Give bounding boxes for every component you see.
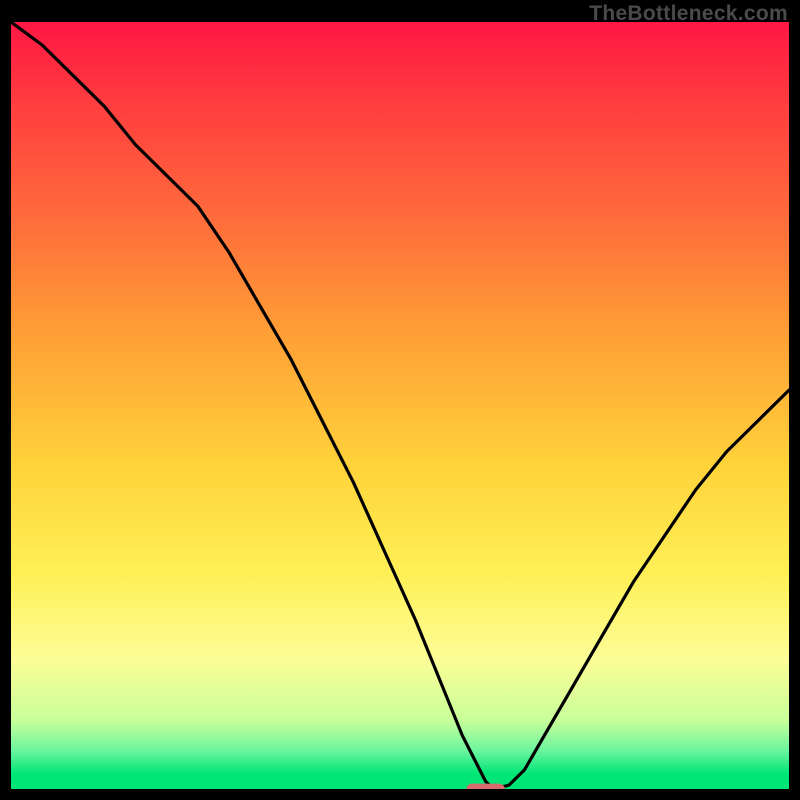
plot-area <box>11 22 789 789</box>
chart-stage: TheBottleneck.com <box>0 0 800 800</box>
watermark-text: TheBottleneck.com <box>589 2 788 26</box>
